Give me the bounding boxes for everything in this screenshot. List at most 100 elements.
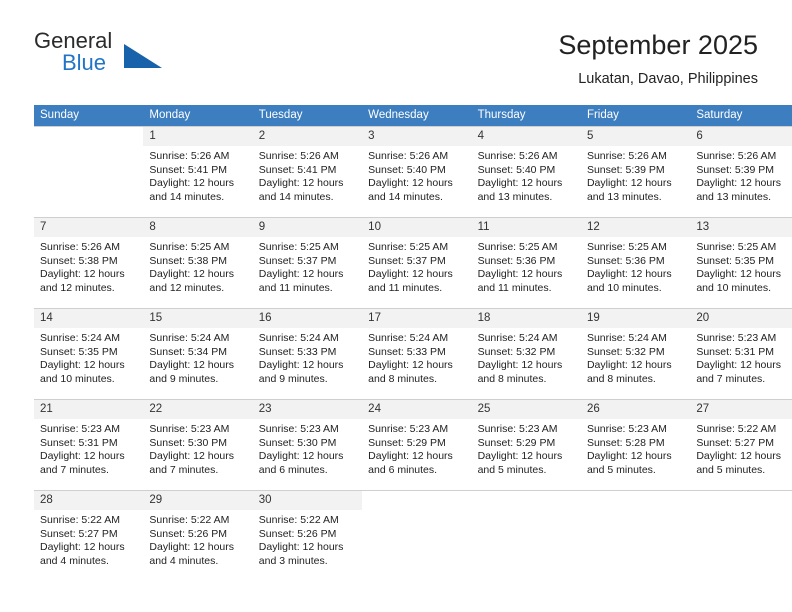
calendar-day-cell[interactable]: 7 Sunrise: 5:26 AM Sunset: 5:38 PM Daylight…: [34, 217, 144, 309]
day-number: 22: [143, 400, 253, 419]
daylight-text: Daylight: 12 hours and 11 minutes.: [368, 268, 453, 294]
day-number: 18: [471, 309, 581, 328]
calendar-day-cell[interactable]: 12 Sunrise: 5:25 AM Sunset: 5:36 PM Dayligh…: [580, 217, 691, 309]
day-number: [580, 491, 691, 510]
daylight-text: Daylight: 12 hours and 7 minutes.: [40, 450, 125, 476]
day-details: Sunrise: 5:23 AM Sunset: 5:29 PM Daylight:…: [472, 419, 581, 477]
weekday-header-tuesday: Tuesday: [252, 105, 363, 127]
sunset-text: Sunset: 5:39 PM: [696, 163, 774, 176]
sunrise-text: Sunrise: 5:26 AM: [149, 150, 230, 162]
daylight-text: Daylight: 12 hours and 3 minutes.: [258, 541, 344, 567]
day-details: Sunrise: 5:25 AM Sunset: 5:37 PM Daylight:…: [362, 237, 471, 295]
calendar-day-cell[interactable]: 1 Sunrise: 5:26 AM Sunset: 5:41 PM Daylight…: [143, 126, 253, 218]
sunrise-text: Sunrise: 5:25 AM: [696, 241, 777, 253]
calendar-day-cell[interactable]: 3 Sunrise: 5:26 AM Sunset: 5:40 PM Daylight…: [362, 126, 472, 218]
calendar-cell-empty: [34, 126, 144, 218]
calendar-day-cell[interactable]: 16 Sunrise: 5:24 AM Sunset: 5:33 PM Dayligh…: [252, 308, 363, 400]
weekday-header-monday: Monday: [143, 105, 253, 127]
calendar-day-cell[interactable]: 5 Sunrise: 5:26 AM Sunset: 5:39 PM Daylight…: [580, 126, 691, 218]
sunrise-text: Sunrise: 5:25 AM: [258, 241, 339, 253]
sunrise-text: Sunrise: 5:26 AM: [586, 150, 667, 162]
calendar-day-cell[interactable]: 22 Sunrise: 5:23 AM Sunset: 5:30 PM Dayligh…: [143, 399, 253, 491]
calendar-day-cell[interactable]: 8 Sunrise: 5:25 AM Sunset: 5:38 PM Daylight…: [143, 217, 253, 309]
daylight-text: Daylight: 12 hours and 13 minutes.: [696, 177, 781, 203]
sunset-text: Sunset: 5:31 PM: [40, 436, 118, 449]
calendar-day-cell[interactable]: 26 Sunrise: 5:23 AM Sunset: 5:28 PM Dayligh…: [580, 399, 691, 491]
sunrise-text: Sunrise: 5:24 AM: [586, 332, 667, 344]
sunrise-text: Sunrise: 5:22 AM: [149, 514, 230, 526]
daylight-text: Daylight: 12 hours and 8 minutes.: [477, 359, 563, 385]
calendar-week-row: 14 Sunrise: 5:24 AM Sunset: 5:35 PM Dayligh…: [34, 308, 792, 400]
day-details: Sunrise: 5:25 AM Sunset: 5:37 PM Daylight:…: [253, 237, 362, 295]
calendar-cell-empty: [471, 490, 581, 581]
day-details: Sunrise: 5:23 AM Sunset: 5:31 PM Daylight:…: [690, 328, 792, 386]
day-details: Sunrise: 5:22 AM Sunset: 5:27 PM Daylight:…: [690, 419, 792, 477]
calendar-day-cell[interactable]: 15 Sunrise: 5:24 AM Sunset: 5:34 PM Dayligh…: [143, 308, 253, 400]
day-number: 25: [471, 400, 581, 419]
title-block: September 2025 Lukatan, Davao, Philippin…: [558, 28, 758, 90]
calendar-day-cell[interactable]: 11 Sunrise: 5:25 AM Sunset: 5:36 PM Dayligh…: [471, 217, 581, 309]
sunset-text: Sunset: 5:38 PM: [149, 254, 228, 267]
calendar-day-cell[interactable]: 18 Sunrise: 5:24 AM Sunset: 5:32 PM Dayligh…: [471, 308, 581, 400]
calendar-day-cell[interactable]: 9 Sunrise: 5:25 AM Sunset: 5:37 PM Daylight…: [252, 217, 363, 309]
calendar-day-cell[interactable]: 6 Sunrise: 5:26 AM Sunset: 5:39 PM Daylight…: [690, 126, 792, 218]
day-number: [690, 491, 792, 510]
daylight-text: Daylight: 12 hours and 9 minutes.: [149, 359, 235, 385]
calendar-day-cell[interactable]: 24 Sunrise: 5:23 AM Sunset: 5:29 PM Dayligh…: [362, 399, 472, 491]
sunrise-text: Sunrise: 5:25 AM: [149, 241, 230, 253]
day-details: Sunrise: 5:23 AM Sunset: 5:31 PM Daylight:…: [34, 419, 143, 477]
daylight-text: Daylight: 12 hours and 7 minutes.: [696, 359, 781, 385]
sunset-text: Sunset: 5:29 PM: [477, 436, 556, 449]
day-number: 8: [143, 218, 253, 237]
calendar-day-cell[interactable]: 27 Sunrise: 5:22 AM Sunset: 5:27 PM Dayligh…: [690, 399, 792, 491]
calendar-body: 1 Sunrise: 5:26 AM Sunset: 5:41 PM Daylight…: [34, 126, 792, 581]
brand-logo[interactable]: General Blue: [34, 28, 274, 88]
day-number: 9: [252, 218, 363, 237]
weekday-header-wednesday: Wednesday: [362, 105, 472, 127]
day-number: 28: [34, 491, 144, 510]
calendar-day-cell[interactable]: 29 Sunrise: 5:22 AM Sunset: 5:26 PM Dayligh…: [143, 490, 253, 581]
day-details: Sunrise: 5:26 AM Sunset: 5:40 PM Daylight:…: [362, 146, 471, 204]
daylight-text: Daylight: 12 hours and 11 minutes.: [258, 268, 344, 294]
calendar-day-cell[interactable]: 2 Sunrise: 5:26 AM Sunset: 5:41 PM Daylight…: [252, 126, 363, 218]
sunset-text: Sunset: 5:41 PM: [258, 163, 337, 176]
calendar-day-cell[interactable]: 20 Sunrise: 5:23 AM Sunset: 5:31 PM Dayligh…: [690, 308, 792, 400]
calendar-day-cell[interactable]: 4 Sunrise: 5:26 AM Sunset: 5:40 PM Daylight…: [471, 126, 581, 218]
sunset-text: Sunset: 5:39 PM: [586, 163, 665, 176]
calendar-cell-empty: [362, 490, 472, 581]
sunrise-text: Sunrise: 5:23 AM: [40, 423, 120, 435]
calendar-day-cell[interactable]: 28 Sunrise: 5:22 AM Sunset: 5:27 PM Dayligh…: [34, 490, 144, 581]
calendar-day-cell[interactable]: 30 Sunrise: 5:22 AM Sunset: 5:26 PM Dayligh…: [252, 490, 363, 581]
calendar-day-cell[interactable]: 25 Sunrise: 5:23 AM Sunset: 5:29 PM Dayligh…: [471, 399, 581, 491]
calendar-day-cell[interactable]: 14 Sunrise: 5:24 AM Sunset: 5:35 PM Dayligh…: [34, 308, 144, 400]
daylight-text: Daylight: 12 hours and 8 minutes.: [586, 359, 672, 385]
calendar-day-cell[interactable]: 17 Sunrise: 5:24 AM Sunset: 5:33 PM Dayligh…: [362, 308, 472, 400]
calendar-week-row: 7 Sunrise: 5:26 AM Sunset: 5:38 PM Daylight…: [34, 217, 792, 309]
day-details: Sunrise: 5:24 AM Sunset: 5:35 PM Daylight:…: [34, 328, 143, 386]
sunset-text: Sunset: 5:27 PM: [40, 527, 118, 540]
calendar-day-cell[interactable]: 13 Sunrise: 5:25 AM Sunset: 5:35 PM Dayligh…: [690, 217, 792, 309]
calendar-day-cell[interactable]: 21 Sunrise: 5:23 AM Sunset: 5:31 PM Dayligh…: [34, 399, 144, 491]
sunrise-text: Sunrise: 5:25 AM: [586, 241, 667, 253]
daylight-text: Daylight: 12 hours and 8 minutes.: [368, 359, 453, 385]
daylight-text: Daylight: 12 hours and 14 minutes.: [149, 177, 235, 203]
daylight-text: Daylight: 12 hours and 5 minutes.: [477, 450, 563, 476]
sunrise-text: Sunrise: 5:24 AM: [40, 332, 120, 344]
day-details: Sunrise: 5:22 AM Sunset: 5:27 PM Daylight:…: [34, 510, 143, 568]
day-number: [471, 491, 581, 510]
calendar-header-row: Sunday Monday Tuesday Wednesday Thursday Frid…: [34, 105, 792, 127]
day-details: Sunrise: 5:23 AM Sunset: 5:29 PM Daylight:…: [362, 419, 471, 477]
daylight-text: Daylight: 12 hours and 13 minutes.: [477, 177, 563, 203]
day-details: Sunrise: 5:24 AM Sunset: 5:34 PM Daylight:…: [143, 328, 252, 386]
calendar-day-cell[interactable]: 23 Sunrise: 5:23 AM Sunset: 5:30 PM Dayligh…: [252, 399, 363, 491]
calendar-day-cell[interactable]: 19 Sunrise: 5:24 AM Sunset: 5:32 PM Dayligh…: [580, 308, 691, 400]
day-details: Sunrise: 5:26 AM Sunset: 5:39 PM Daylight:…: [690, 146, 792, 204]
sunset-text: Sunset: 5:27 PM: [696, 436, 774, 449]
daylight-text: Daylight: 12 hours and 5 minutes.: [586, 450, 672, 476]
location-subtitle: Lukatan, Davao, Philippines: [578, 71, 758, 87]
day-number: 1: [143, 127, 253, 146]
day-number: 2: [252, 127, 363, 146]
day-number: 6: [690, 127, 792, 146]
day-details: Sunrise: 5:26 AM Sunset: 5:39 PM Daylight:…: [581, 146, 690, 204]
calendar-day-cell[interactable]: 10 Sunrise: 5:25 AM Sunset: 5:37 PM Dayligh…: [362, 217, 472, 309]
